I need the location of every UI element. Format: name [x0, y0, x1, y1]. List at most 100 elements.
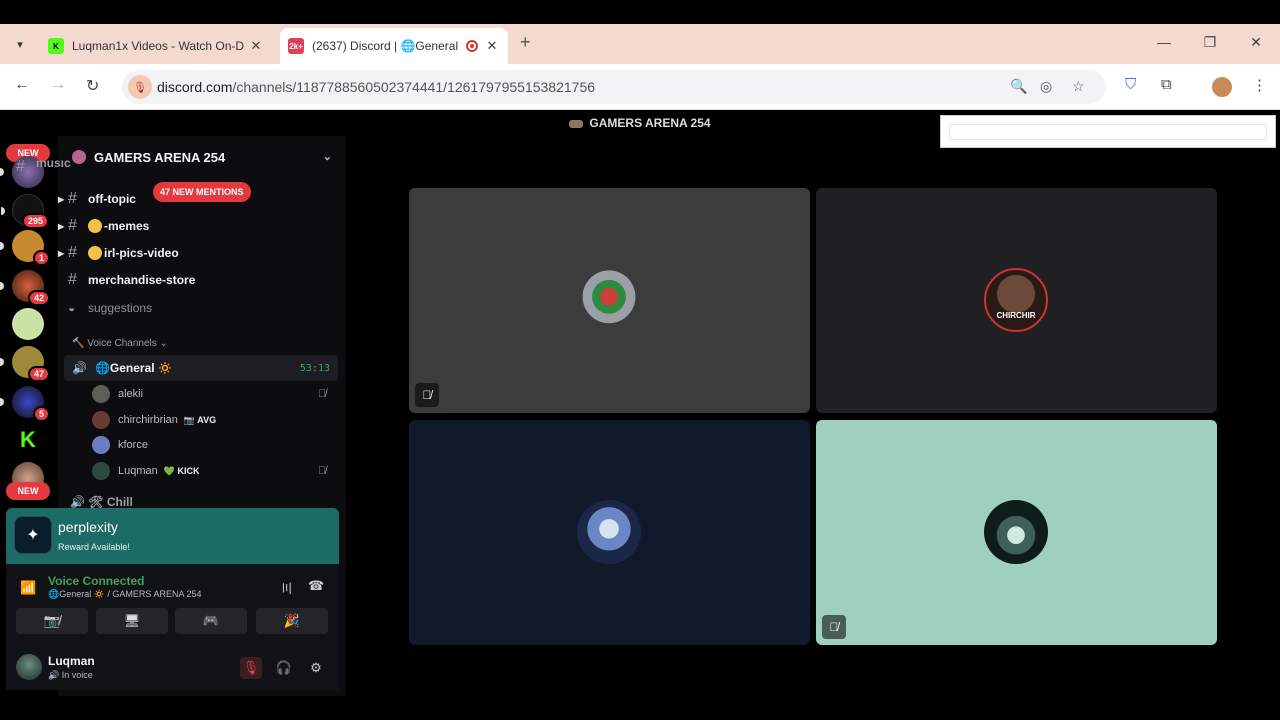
- tab-title: Luqman1x Videos - Watch On-D: [72, 39, 245, 53]
- promo-brand: perplexity: [58, 519, 118, 535]
- channel-music-partial[interactable]: # music: [6, 160, 280, 174]
- bookmark-star-icon[interactable]: ☆: [1072, 78, 1085, 95]
- avatar: [92, 462, 110, 480]
- mention-badge: 42: [27, 290, 50, 306]
- settings-gear-icon[interactable]: ⚙: [305, 657, 327, 679]
- video-tile[interactable]: CHIRCHIR: [816, 188, 1217, 413]
- minimize-icon[interactable]: —: [1141, 34, 1187, 50]
- avatar: [984, 500, 1048, 564]
- voice-channel-name: 🌐General 🔅: [94, 361, 173, 375]
- screen-bottom-border: [0, 696, 1280, 720]
- chevron-down-icon: ⌄: [322, 151, 332, 163]
- tab-search-chevron-icon[interactable]: ▾: [8, 32, 32, 56]
- new-unreads-pill-bottom[interactable]: NEW: [6, 482, 50, 500]
- avatar-label: CHIRCHIR: [996, 311, 1036, 320]
- promo-text: Reward Available!: [58, 542, 130, 552]
- channel-irl-pics-video[interactable]: ▶ # irl-pics-video: [58, 240, 332, 266]
- voice-timer: 53:13: [299, 362, 330, 374]
- user-tag: 💚 KICK: [163, 465, 200, 476]
- url-text[interactable]: discord.com/channels/1187788560502374441…: [157, 79, 595, 95]
- avatar: [577, 500, 641, 564]
- voice-user[interactable]: kforce: [92, 434, 148, 456]
- camera-off-button[interactable]: 📷̸: [16, 608, 88, 634]
- new-mentions-pill[interactable]: 47 NEW MENTIONS: [153, 182, 251, 202]
- overlay-popup: [940, 115, 1276, 148]
- kick-server-icon[interactable]: K: [12, 424, 44, 456]
- shield-extension-icon[interactable]: ⛉: [1125, 76, 1136, 93]
- video-tile[interactable]: [409, 420, 810, 645]
- tab-kick[interactable]: K Luqman1x Videos - Watch On-D ✕: [40, 28, 272, 64]
- muted-mic-icon: 🎙̸: [318, 465, 327, 477]
- browser-tab-bar: ▾ K Luqman1x Videos - Watch On-D ✕ 2k+ (…: [0, 24, 1280, 64]
- channel-merchandise-store[interactable]: # merchandise-store: [58, 267, 332, 293]
- close-tab-icon[interactable]: ✕: [484, 38, 500, 54]
- close-tab-icon[interactable]: ✕: [248, 38, 264, 54]
- server-icon[interactable]: 295: [1, 194, 49, 229]
- promo-card[interactable]: ✦ perplexity Reward Available!: [6, 508, 339, 564]
- hash-icon: #: [68, 244, 77, 261]
- discord-icon: 2k+: [288, 38, 304, 54]
- voice-user[interactable]: chirchirbrian 📷 AVG: [92, 409, 216, 431]
- kick-icon: K: [48, 38, 64, 54]
- zoom-icon[interactable]: 🔍: [1010, 78, 1027, 95]
- share-screen-button[interactable]: 🖥: [96, 608, 168, 634]
- chrome-menu-icon[interactable]: ⋮: [1252, 76, 1267, 94]
- extensions-puzzle-icon[interactable]: ⧉: [1161, 76, 1172, 93]
- avatar: [92, 436, 110, 454]
- recording-icon: [466, 40, 478, 52]
- hash-icon: #: [68, 271, 77, 288]
- voice-user[interactable]: alekii 🎙̸: [92, 383, 326, 405]
- muted-mic-icon: 🎙̸: [415, 383, 439, 407]
- forward-icon[interactable]: →: [50, 76, 66, 94]
- server-icon[interactable]: 1: [0, 230, 50, 266]
- mute-mic-icon[interactable]: 🎙: [240, 657, 262, 679]
- headphones-icon[interactable]: 🎧: [273, 657, 295, 679]
- soundboard-button[interactable]: 🎉: [256, 608, 328, 634]
- mention-badge: 1: [32, 250, 50, 266]
- profile-avatar[interactable]: [1212, 77, 1232, 97]
- close-window-icon[interactable]: ✕: [1233, 34, 1279, 51]
- mention-badge: 47: [27, 366, 50, 382]
- channel-memes[interactable]: ▶ # -memes: [58, 213, 332, 239]
- screen-top-border: [0, 0, 1280, 24]
- hash-icon: #: [16, 160, 25, 174]
- reload-icon[interactable]: ↻: [86, 76, 99, 96]
- address-bar[interactable]: 🎙 discord.com/channels/11877885605023744…: [122, 70, 1106, 104]
- voice-location[interactable]: 🌐General 🔅 / GAMERS ARENA 254: [48, 589, 201, 600]
- avatar: [92, 411, 110, 429]
- voice-channel-chill[interactable]: 🔊 🛠 Chill: [70, 495, 133, 509]
- noise-suppression-icon[interactable]: 〣: [280, 578, 293, 597]
- activities-button[interactable]: 🎮: [175, 608, 247, 634]
- voice-connection-panel: 📶 Voice Connected 🌐General 🔅 / GAMERS AR…: [6, 564, 339, 644]
- server-icon[interactable]: [12, 308, 44, 340]
- server-icon[interactable]: 42: [0, 270, 50, 306]
- server-icon[interactable]: 5: [0, 386, 50, 422]
- channel-suggestions[interactable]: ◒ suggestions: [58, 295, 332, 321]
- restore-icon[interactable]: ❐: [1187, 34, 1233, 51]
- voice-channel-general[interactable]: 🔊 🌐General 🔅 53:13: [64, 355, 338, 381]
- mention-badge: 295: [21, 213, 49, 229]
- voice-user[interactable]: Luqman 💚 KICK 🎙̸: [92, 460, 326, 482]
- unread-arrow-icon: ▶: [58, 248, 65, 258]
- perplexity-logo-icon: ✦: [14, 516, 52, 554]
- back-icon[interactable]: ←: [14, 76, 30, 94]
- unread-arrow-icon: ▶: [58, 194, 65, 204]
- tracking-hidden-icon[interactable]: ◎: [1040, 78, 1052, 95]
- avatar[interactable]: [16, 654, 42, 680]
- user-name[interactable]: Luqman: [48, 654, 95, 668]
- browser-toolbar: ← → ↻ 🎙 discord.com/channels/11877885605…: [0, 64, 1280, 110]
- signal-strength-icon[interactable]: 📶: [20, 580, 36, 596]
- tab-discord[interactable]: 2k+ (2637) Discord | 🌐General 🔅 ✕: [280, 28, 508, 64]
- avatar: CHIRCHIR: [984, 268, 1048, 332]
- video-tile[interactable]: 🎙̸: [409, 188, 810, 413]
- server-icon[interactable]: 47: [0, 346, 50, 382]
- laughing-emoji-icon: [88, 219, 102, 233]
- video-tile[interactable]: 🎙̸: [816, 420, 1217, 645]
- voice-category[interactable]: 🔨 Voice Channels ⌄: [72, 338, 168, 349]
- popup-field[interactable]: [949, 124, 1267, 140]
- server-logo-icon: [569, 119, 584, 128]
- microphone-in-use-icon[interactable]: 🎙: [128, 75, 152, 99]
- unread-pip: [0, 282, 4, 290]
- disconnect-icon[interactable]: ☎: [308, 578, 324, 594]
- new-tab-icon[interactable]: +: [520, 32, 531, 53]
